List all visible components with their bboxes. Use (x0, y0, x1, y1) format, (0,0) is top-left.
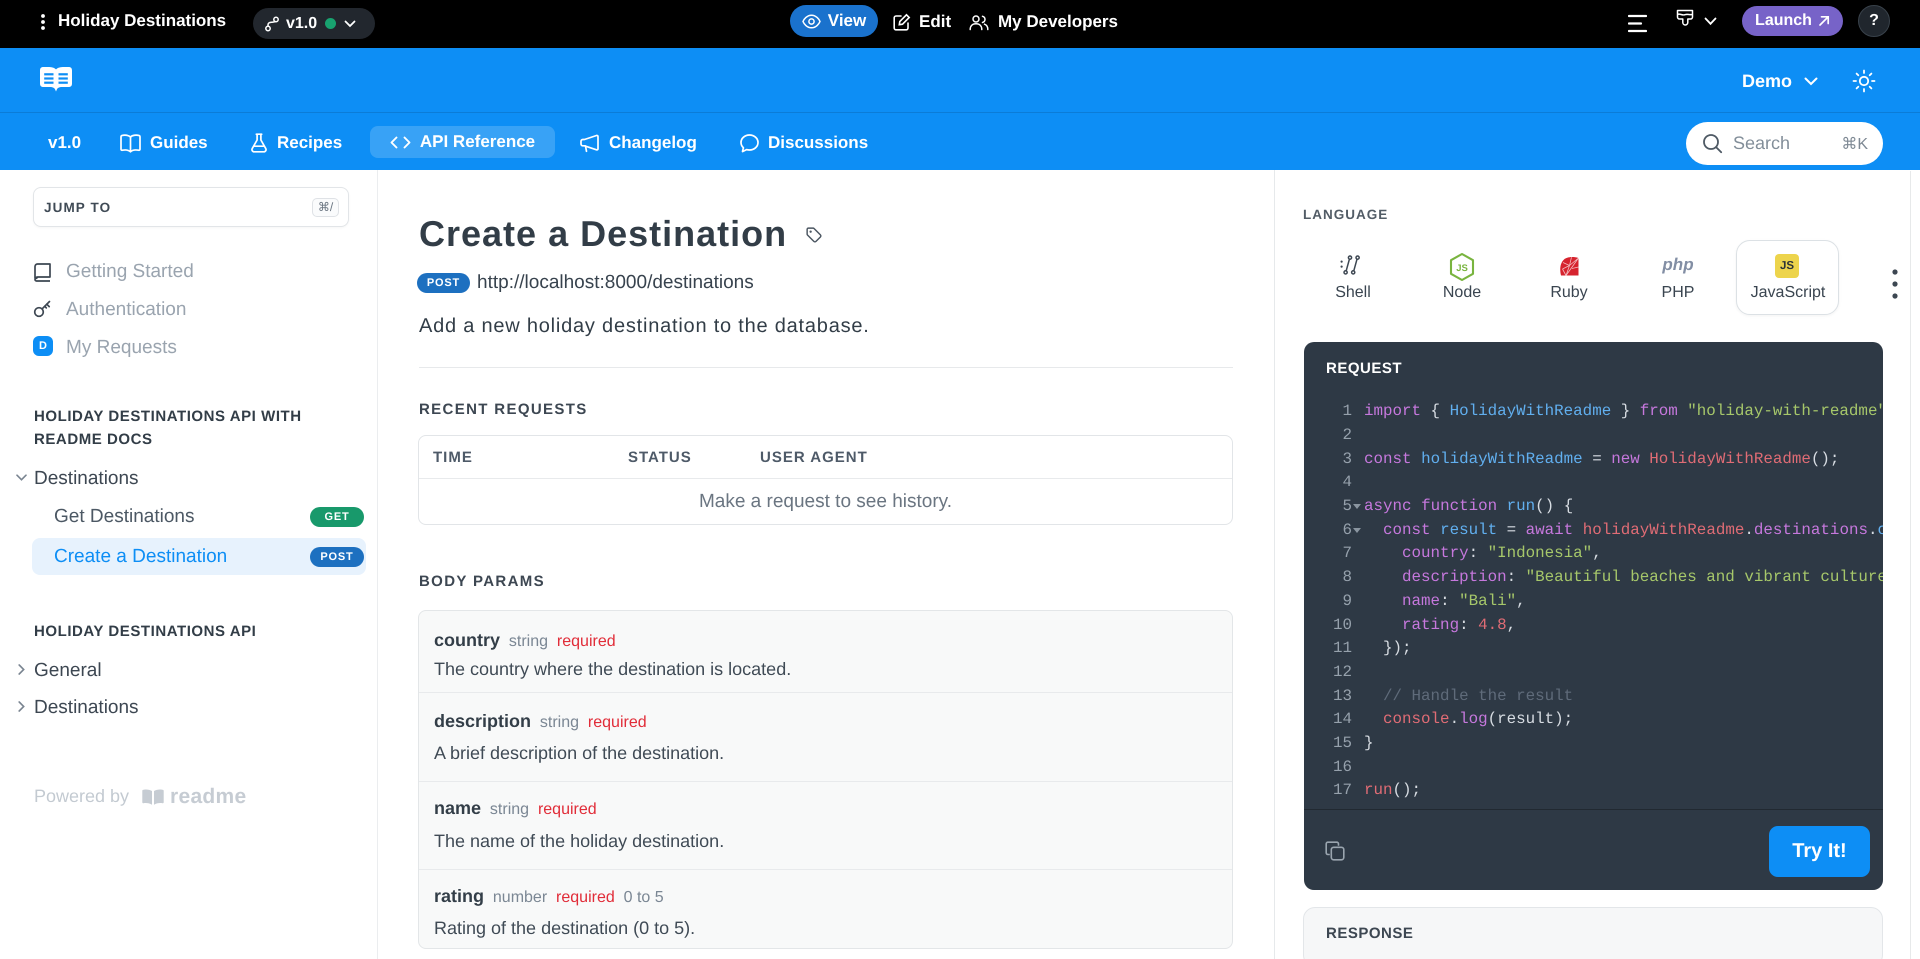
svg-text:JS: JS (1456, 263, 1468, 274)
